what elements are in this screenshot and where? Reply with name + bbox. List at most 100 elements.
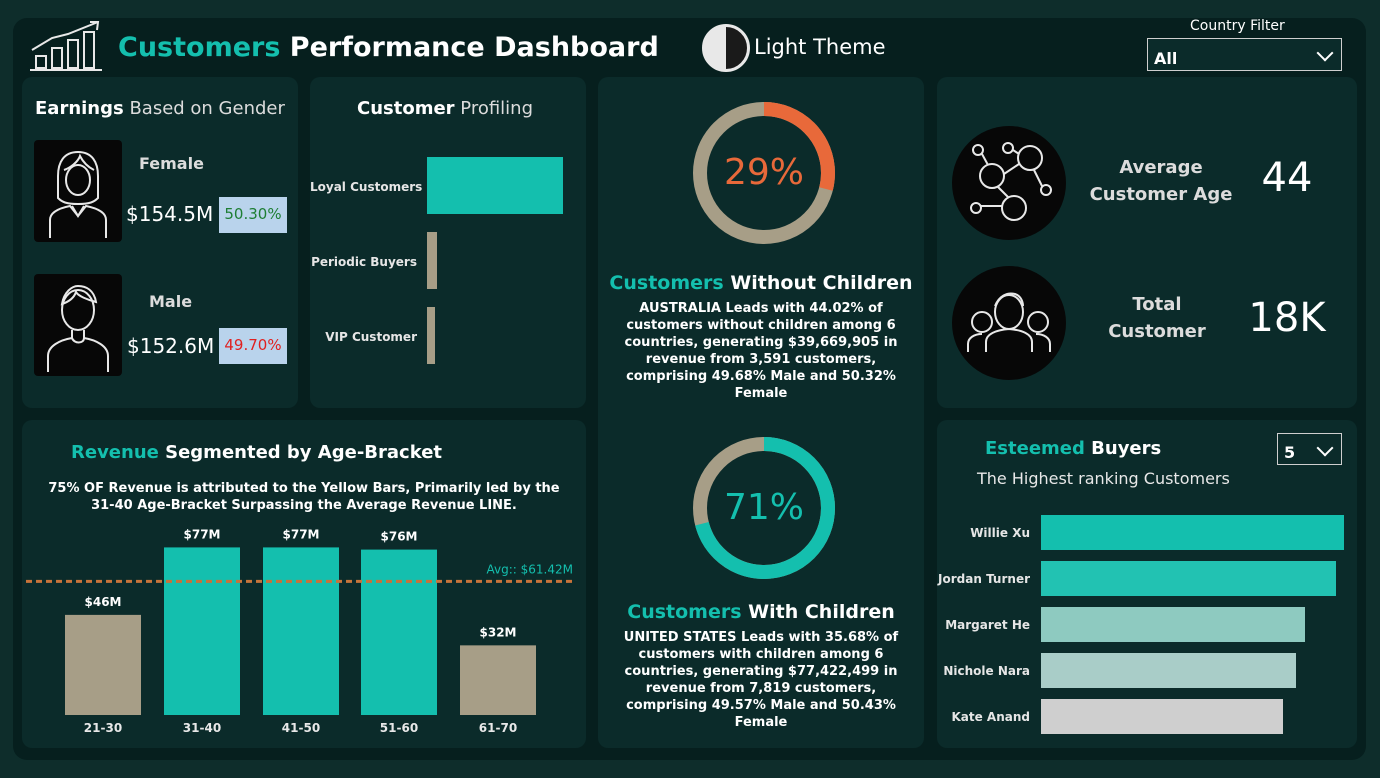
buyer-bar[interactable] xyxy=(1041,607,1305,642)
chevron-down-icon xyxy=(1316,44,1334,62)
with-children-summary-line: Female xyxy=(734,715,788,730)
children-card: 29% Customers Without Children AUSTRALIA… xyxy=(598,77,924,748)
gender-card: Earnings Based on Gender Female $154.5M … xyxy=(22,77,298,408)
revenue-bar[interactable] xyxy=(263,547,339,715)
total-customer-label-a: Total xyxy=(1132,294,1182,315)
avg-age-label-a: Average xyxy=(1119,157,1203,178)
male-label: Male xyxy=(149,292,193,311)
gender-card-title: Earnings Based on Gender xyxy=(35,98,285,119)
revenue-bar-label: $46M xyxy=(85,595,122,609)
with-children-title: Customers With Children xyxy=(598,601,924,623)
title-accent: Customers xyxy=(118,32,281,63)
profiling-title-a: Customer xyxy=(357,98,455,119)
revenue-category-label: 41-50 xyxy=(282,721,320,735)
total-customer-value: 18K xyxy=(1248,295,1326,341)
avg-age-value: 44 xyxy=(1261,155,1313,201)
revenue-bar-label: $77M xyxy=(184,527,221,541)
country-filter-dropdown[interactable]: All xyxy=(1147,38,1342,71)
profiling-bar[interactable] xyxy=(427,232,437,289)
revenue-category-label: 51-60 xyxy=(380,721,418,735)
buyers-title-b: Buyers xyxy=(1084,438,1162,459)
title-rest: Performance Dashboard xyxy=(280,32,659,63)
profiling-row-label: Loyal Customers xyxy=(310,180,423,194)
revenue-bar-chart: $46M 21-30 $77M 31-40 $77M 41-50 $76M 51-60 $32M… xyxy=(26,527,574,735)
avg-age-label: Average Customer Age xyxy=(1077,154,1245,208)
total-customer-label-b: Customer xyxy=(1108,321,1206,342)
without-children-title-a: Customers xyxy=(609,272,724,294)
profiling-title-b: Profiling xyxy=(454,98,534,119)
buyer-bar[interactable] xyxy=(1041,515,1344,550)
revenue-bar[interactable] xyxy=(361,549,437,715)
buyer-bar[interactable] xyxy=(1041,699,1284,734)
top-n-value: 5 xyxy=(1284,443,1296,462)
network-people-icon xyxy=(952,126,1066,240)
avg-age-label-b: Customer Age xyxy=(1089,184,1233,205)
without-children-pct: 29% xyxy=(723,152,804,193)
with-children-title-b: With Children xyxy=(741,601,895,623)
with-children-title-a: Customers xyxy=(627,601,742,623)
with-children-summary-line: countries, generating $77,422,499 in xyxy=(624,664,898,679)
revenue-note-2: 31-40 Age-Bracket Surpassing the Average… xyxy=(91,498,517,513)
buyer-name: Margaret He xyxy=(945,618,1030,632)
revenue-card-title: Revenue Segmented by Age-Bracket xyxy=(71,442,442,463)
revenue-bar-label: $76M xyxy=(381,530,418,544)
with-children-summary-line: UNITED STATES Leads with 35.68% of xyxy=(623,630,899,645)
revenue-bar[interactable] xyxy=(460,645,536,715)
male-avatar-icon xyxy=(34,274,122,376)
profiling-bar[interactable] xyxy=(427,157,563,214)
revenue-note: 75% OF Revenue is attributed to the Yell… xyxy=(22,480,586,514)
revenue-bar-label: $32M xyxy=(480,625,517,639)
revenue-bar[interactable] xyxy=(65,614,141,715)
without-children-title-b: Without Children xyxy=(723,272,913,294)
buyers-card: Esteemed Buyers 5 The Highest ranking Cu… xyxy=(937,420,1357,748)
growth-chart-icon xyxy=(28,20,104,74)
revenue-card: Revenue Segmented by Age-Bracket 75% OF … xyxy=(22,420,586,748)
buyer-name: Jordan Turner xyxy=(938,572,1030,586)
revenue-category-label: 61-70 xyxy=(479,721,517,735)
country-filter-label: Country Filter xyxy=(1190,18,1285,34)
gender-title-b: Based on Gender xyxy=(123,98,285,119)
profiling-row-label: Periodic Buyers xyxy=(311,255,417,269)
theme-label: Light Theme xyxy=(754,35,886,59)
buyer-bar[interactable] xyxy=(1041,561,1337,596)
without-children-summary-line: comprising 49.68% Male and 50.32% xyxy=(626,369,896,384)
dashboard-title: Customers Performance Dashboard xyxy=(118,32,659,63)
revenue-category-label: 21-30 xyxy=(84,721,122,735)
revenue-category-label: 31-40 xyxy=(183,721,221,735)
without-children-summary-line: revenue from 3,591 customers, xyxy=(645,352,877,367)
country-filter-value: All xyxy=(1154,49,1178,68)
buyers-title-a: Esteemed xyxy=(985,438,1085,459)
profiling-card: Customer Profiling Loyal Customers Period… xyxy=(310,77,586,408)
revenue-title-a: Revenue xyxy=(71,442,159,463)
buyer-bar[interactable] xyxy=(1041,653,1296,688)
male-earnings: $152.6M xyxy=(127,334,215,358)
profiling-row-label: VIP Customer xyxy=(325,330,417,344)
without-children-title: Customers Without Children xyxy=(598,272,924,294)
with-children-summary-line: revenue from 7,819 customers, xyxy=(645,681,877,696)
buyers-subtitle: The Highest ranking Customers xyxy=(977,469,1230,488)
without-children-summary: AUSTRALIA Leads with 44.02% of customers … xyxy=(598,300,924,402)
with-children-pct: 71% xyxy=(723,487,804,528)
with-children-summary: UNITED STATES Leads with 35.68% of custom… xyxy=(598,629,924,731)
profiling-card-title: Customer Profiling xyxy=(357,98,533,119)
buyers-card-title: Esteemed Buyers xyxy=(985,438,1161,459)
group-people-icon xyxy=(952,266,1066,380)
kpi-card: Average Customer Age 44 Total Customer 1… xyxy=(937,77,1357,408)
without-children-summary-line: AUSTRALIA Leads with 44.02% of xyxy=(639,301,883,316)
gender-title-a: Earnings xyxy=(35,98,124,119)
profiling-bar[interactable] xyxy=(427,307,435,364)
top-n-dropdown[interactable]: 5 xyxy=(1277,433,1342,465)
buyers-chart: Willie Xu Jordan Turner Margaret He Nichole… xyxy=(937,510,1357,740)
revenue-title-b: Segmented by Age-Bracket xyxy=(158,442,443,463)
total-customer-label: Total Customer xyxy=(1077,291,1237,345)
with-children-summary-line: customers with children among 6 xyxy=(638,647,884,662)
revenue-bar[interactable] xyxy=(164,547,240,715)
buyer-name: Nichole Nara xyxy=(943,664,1030,678)
without-children-summary-line: countries, generating $39,669,905 in xyxy=(624,335,898,350)
theme-toggle-button[interactable]: Light Theme xyxy=(702,24,892,72)
female-avatar-icon xyxy=(34,140,122,242)
chevron-down-icon xyxy=(1316,439,1334,457)
female-pct-badge: 50.30% xyxy=(219,197,287,233)
female-label: Female xyxy=(139,154,204,173)
half-circle-icon xyxy=(702,24,750,72)
